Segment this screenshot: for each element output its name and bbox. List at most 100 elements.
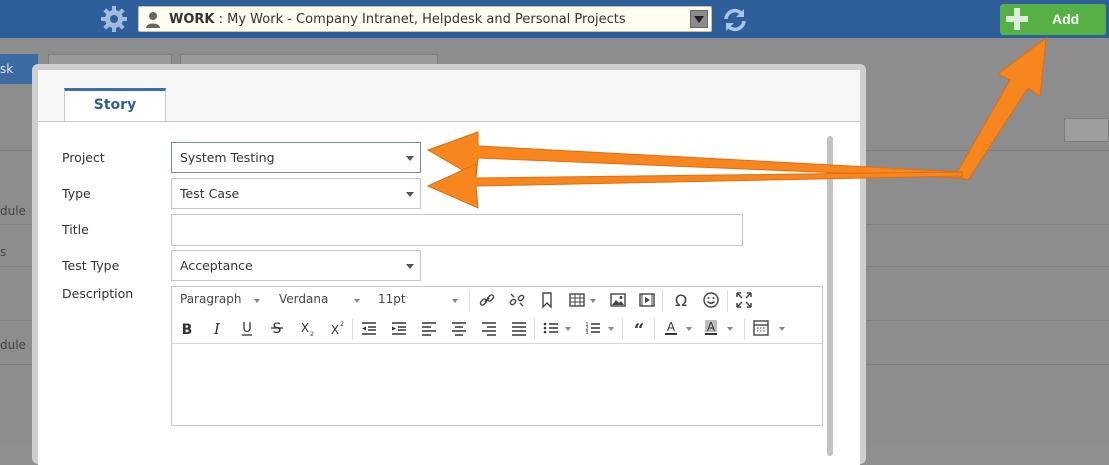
svg-text:Ω: Ω: [675, 291, 687, 309]
toolbar-separator: [654, 318, 655, 340]
workspace-dropdown-button[interactable]: [690, 10, 708, 28]
type-value: Test Case: [180, 186, 240, 201]
test-type-label: Test Type: [62, 258, 120, 273]
type-select[interactable]: Test Case: [171, 178, 421, 209]
project-select[interactable]: System Testing: [171, 142, 421, 173]
chevron-down-icon: [354, 299, 360, 303]
top-bar: WORK : My Work - Company Intranet, Helpd…: [0, 0, 1109, 38]
strikethrough-icon[interactable]: S: [268, 319, 286, 337]
format-select[interactable]: Paragraph: [180, 292, 241, 306]
table-icon[interactable]: [568, 291, 586, 309]
font-select[interactable]: Verdana: [279, 292, 328, 306]
project-value: System Testing: [180, 150, 275, 165]
svg-text:A: A: [667, 320, 676, 334]
dialog-scrollbar[interactable]: [827, 136, 833, 456]
add-button-label: Add: [1052, 11, 1080, 27]
chevron-down-icon: [406, 192, 414, 197]
plus-icon: [1006, 8, 1028, 30]
svg-text:I: I: [213, 320, 221, 337]
bullet-list-icon[interactable]: [542, 319, 560, 337]
bookmark-icon[interactable]: [538, 291, 556, 309]
workspace-name: My Work - Company Intranet, Helpdesk and…: [227, 12, 626, 27]
svg-text:S: S: [273, 321, 282, 337]
gear-icon[interactable]: [100, 5, 128, 33]
chevron-down-icon: [565, 327, 571, 331]
svg-text:X: X: [301, 321, 309, 335]
emoticon-icon[interactable]: [702, 291, 720, 309]
background-view-toggle: [1064, 118, 1109, 142]
svg-text:2: 2: [340, 321, 344, 328]
align-center-icon[interactable]: [450, 319, 468, 337]
chevron-down-icon: [590, 299, 596, 303]
add-story-dialog: Story Project System Testing Type Test C…: [32, 64, 866, 465]
chevron-down-icon: [254, 299, 260, 303]
type-label: Type: [62, 186, 91, 201]
chevron-down-icon: [406, 264, 414, 269]
refresh-icon[interactable]: [722, 7, 748, 33]
link-icon[interactable]: [478, 291, 496, 309]
text-color-icon[interactable]: A: [662, 319, 680, 337]
bold-icon[interactable]: B: [178, 319, 196, 337]
svg-text:A: A: [707, 320, 716, 334]
test-type-select[interactable]: Acceptance: [171, 250, 421, 281]
background-row-text: s: [0, 245, 7, 259]
workspace-separator: :: [214, 12, 228, 27]
workspace-prefix: WORK: [169, 12, 215, 27]
chevron-down-icon: [608, 327, 614, 331]
add-button[interactable]: Add: [1000, 4, 1106, 35]
fullscreen-icon[interactable]: [735, 291, 753, 309]
title-input[interactable]: [171, 214, 743, 246]
align-justify-icon[interactable]: [510, 319, 528, 337]
test-type-value: Acceptance: [180, 258, 253, 273]
align-right-icon[interactable]: [480, 319, 498, 337]
italic-icon[interactable]: I: [208, 319, 226, 337]
superscript-icon[interactable]: X2: [328, 319, 346, 337]
toolbar-separator: [662, 290, 663, 312]
chevron-down-icon: [686, 327, 692, 331]
background-button-label: sk: [0, 62, 14, 76]
chevron-down-icon: [727, 327, 733, 331]
chevron-down-icon: [406, 156, 414, 161]
background-color-icon[interactable]: A: [702, 319, 720, 337]
outdent-icon[interactable]: [360, 319, 378, 337]
project-label: Project: [62, 150, 105, 165]
dialog-content: Project System Testing Type Test Case Ti…: [38, 121, 860, 465]
editor-toolbar-row-2: B I U S X2 X2 123 “ A A: [172, 315, 822, 344]
toolbar-separator: [727, 290, 728, 312]
indent-icon[interactable]: [390, 319, 408, 337]
workspace-select[interactable]: WORK : My Work - Company Intranet, Helpd…: [138, 6, 712, 32]
svg-text:“: “: [634, 320, 644, 337]
toolbar-separator: [744, 318, 745, 340]
unlink-icon[interactable]: [508, 291, 526, 309]
numbered-list-icon[interactable]: 123: [584, 319, 602, 337]
svg-text:U: U: [242, 321, 252, 336]
image-icon[interactable]: [609, 291, 627, 309]
background-row-text: dule: [0, 204, 26, 218]
title-label: Title: [62, 222, 89, 237]
subscript-icon[interactable]: X2: [298, 319, 316, 337]
editor-toolbar-row-1: Paragraph Verdana 11pt Ω: [172, 287, 822, 315]
toolbar-separator: [622, 318, 623, 340]
background-row-text: dule: [0, 338, 26, 352]
chevron-down-icon: [694, 16, 704, 23]
svg-text:X: X: [331, 323, 339, 337]
align-left-icon[interactable]: [420, 319, 438, 337]
font-size-select[interactable]: 11pt: [378, 292, 406, 306]
template-icon[interactable]: [752, 319, 770, 337]
blockquote-icon[interactable]: “: [630, 319, 648, 337]
toolbar-separator: [352, 318, 353, 340]
special-character-icon[interactable]: Ω: [672, 291, 690, 309]
chevron-down-icon: [452, 299, 458, 303]
media-icon[interactable]: [638, 291, 656, 309]
svg-text:B: B: [182, 322, 193, 337]
workspace-label: WORK : My Work - Company Intranet, Helpd…: [169, 12, 626, 27]
tab-story[interactable]: Story: [64, 88, 166, 122]
underline-icon[interactable]: U: [238, 319, 256, 337]
user-icon: [146, 12, 160, 28]
svg-text:3: 3: [585, 330, 588, 336]
chevron-down-icon: [779, 327, 785, 331]
svg-text:2: 2: [310, 331, 314, 337]
description-label: Description: [62, 286, 134, 301]
toolbar-separator: [534, 318, 535, 340]
editor-body[interactable]: [172, 344, 822, 425]
